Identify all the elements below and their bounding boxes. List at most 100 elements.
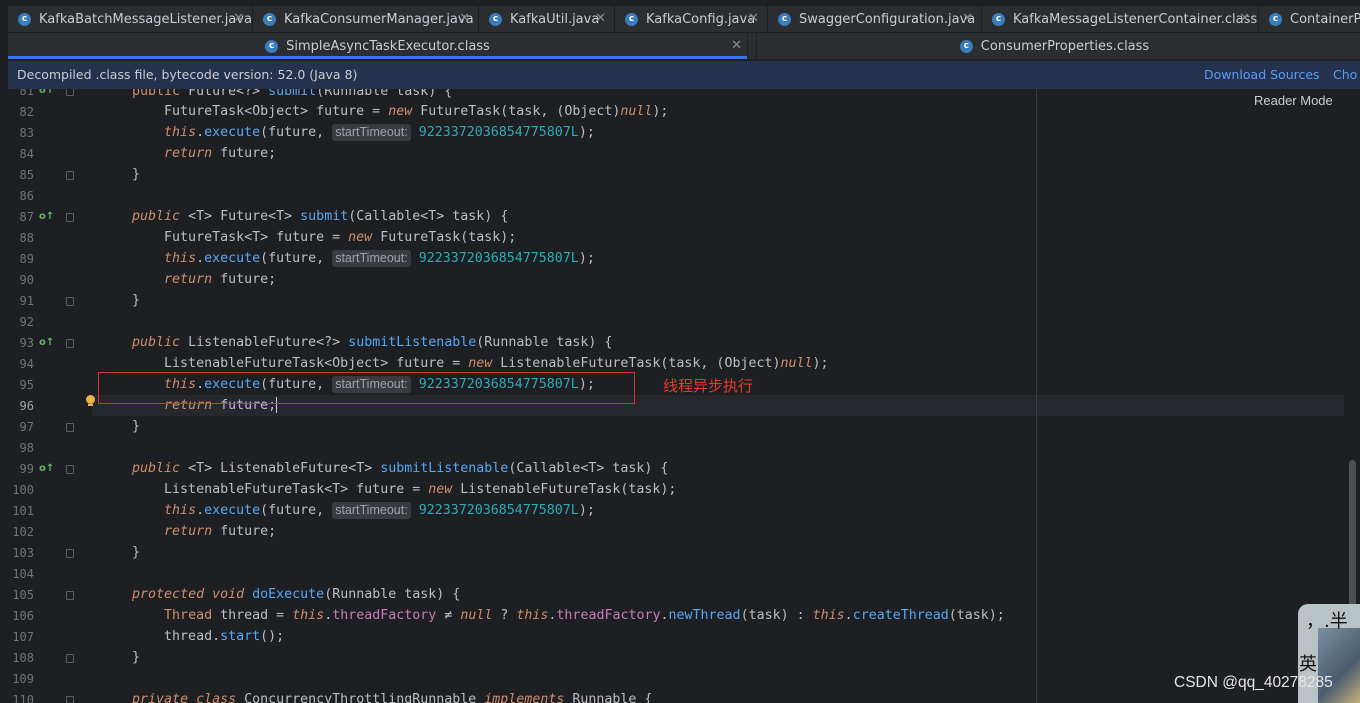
- line-number: 81: [19, 89, 34, 98]
- tab-kafka-consumer-manager[interactable]: c KafkaConsumerManager.java ✕: [253, 6, 479, 32]
- parameter-hint: startTimeout:: [332, 250, 411, 267]
- line-number: 95: [19, 378, 34, 392]
- close-icon[interactable]: ✕: [748, 11, 759, 26]
- line-number: 99: [19, 462, 34, 476]
- editor-tabs-row-2: c SimpleAsyncTaskExecutor.class ✕ c Cons…: [8, 33, 1360, 59]
- ime-lang-mode: 英: [1299, 654, 1317, 675]
- tab-label: KafkaConfig.java: [646, 11, 756, 27]
- tab-container-properties[interactable]: c ContainerPro: [1259, 6, 1360, 32]
- code-line: }: [100, 293, 141, 308]
- tab-label: KafkaMessageListenerContainer.class: [1013, 11, 1258, 27]
- code-line: Thread thread = this.threadFactory ≠ nul…: [164, 608, 1005, 623]
- code-line: }: [100, 545, 141, 560]
- line-number: 94: [19, 357, 34, 371]
- line-number: 90: [19, 273, 34, 287]
- code-line: this.execute(future, startTimeout: 92233…: [164, 502, 595, 519]
- close-icon[interactable]: ✕: [1239, 11, 1250, 26]
- class-file-icon: c: [992, 12, 1005, 26]
- code-line: ListenableFutureTask<T> future = new Lis…: [100, 482, 677, 497]
- line-number: 109: [12, 672, 34, 686]
- code-line: FutureTask<T> future = new FutureTask(ta…: [100, 230, 517, 245]
- code-line: thread.start();: [100, 629, 285, 644]
- tab-label: KafkaUtil.java: [510, 11, 600, 27]
- tab-swagger-configuration[interactable]: c SwaggerConfiguration.java ✕: [768, 6, 982, 32]
- line-number: 85: [19, 168, 34, 182]
- tab-label: ConsumerProperties.class: [980, 38, 1150, 54]
- tab-label: KafkaConsumerManager.java: [284, 11, 474, 27]
- highlight-box: [98, 372, 635, 404]
- tab-kafka-batch-message-listener[interactable]: c KafkaBatchMessageListener.java ✕: [8, 6, 253, 32]
- parameter-hint: startTimeout:: [332, 124, 411, 141]
- editor-tabs-row-1: c KafkaBatchMessageListener.java ✕ c Kaf…: [8, 6, 1360, 32]
- line-number: 110: [12, 693, 34, 703]
- fold-marker-icon[interactable]: [66, 465, 74, 474]
- line-number: 87: [19, 210, 34, 224]
- tab-kafka-config[interactable]: c KafkaConfig.java ✕: [615, 6, 768, 32]
- line-number: 107: [12, 630, 34, 644]
- class-icon: c: [18, 12, 31, 26]
- class-file-icon: c: [1269, 12, 1282, 26]
- code-line: }: [100, 419, 141, 434]
- code-line: return future;: [164, 272, 277, 287]
- line-number: 98: [19, 441, 34, 455]
- tab-label: SwaggerConfiguration.java: [799, 11, 976, 27]
- code-line: this.execute(future, startTimeout: 92233…: [164, 124, 595, 141]
- tab-label: SimpleAsyncTaskExecutor.class: [286, 38, 490, 54]
- close-icon[interactable]: ✕: [595, 11, 606, 26]
- download-sources-link[interactable]: Download Sources: [1204, 67, 1320, 82]
- close-icon[interactable]: ✕: [233, 11, 244, 26]
- tab-kafka-message-listener-container[interactable]: c KafkaMessageListenerContainer.class ✕: [982, 6, 1259, 32]
- class-icon: c: [778, 12, 791, 26]
- fold-marker-icon[interactable]: [66, 423, 74, 432]
- code-editor[interactable]: 81 o↑ 82 83 84 85 86 87 o↑ 88 89 90 91 92 93 o↑ 94 95 96 97…: [8, 89, 1360, 703]
- override-method-icon[interactable]: o↑: [39, 211, 54, 223]
- code-line: ListenableFutureTask<Object> future = ne…: [100, 356, 829, 371]
- tab-simple-async-task-executor[interactable]: c SimpleAsyncTaskExecutor.class ✕: [8, 33, 748, 59]
- override-method-icon[interactable]: o↑: [39, 463, 54, 475]
- fold-marker-icon[interactable]: [66, 654, 74, 663]
- fold-marker-icon[interactable]: [66, 696, 74, 703]
- tab-kafka-util[interactable]: c KafkaUtil.java ✕: [479, 6, 615, 32]
- close-icon[interactable]: ✕: [962, 11, 973, 26]
- close-icon[interactable]: ✕: [459, 11, 470, 26]
- line-number: 103: [12, 546, 34, 560]
- close-icon[interactable]: ✕: [731, 38, 742, 53]
- line-number: 83: [19, 126, 34, 140]
- code-line: public <T> ListenableFuture<T> submitLis…: [132, 461, 669, 476]
- annotation-text: 线程异步执行: [663, 377, 754, 395]
- fold-marker-icon[interactable]: [66, 549, 74, 558]
- csdn-watermark: CSDN @qq_40278285: [1174, 674, 1333, 691]
- override-method-icon[interactable]: o↑: [39, 89, 54, 97]
- fold-marker-icon[interactable]: [66, 213, 74, 222]
- parameter-hint: startTimeout:: [332, 502, 411, 519]
- notification-message: Decompiled .class file, bytecode version…: [17, 67, 358, 82]
- code-line: public <T> Future<T> submit(Callable<T> …: [132, 209, 509, 224]
- fold-marker-icon[interactable]: [66, 171, 74, 180]
- code-line: return future;: [164, 146, 277, 161]
- fold-marker-icon[interactable]: [66, 89, 74, 96]
- code-line: }: [100, 167, 141, 182]
- fold-marker-icon[interactable]: [66, 297, 74, 306]
- code-area[interactable]: public Future<?> submit(Runnable task) {…: [100, 89, 1005, 703]
- choose-sources-link[interactable]: Cho: [1333, 67, 1357, 82]
- code-line: this.execute(future, startTimeout: 92233…: [164, 250, 595, 267]
- code-line: protected void doExecute(Runnable task) …: [132, 587, 461, 602]
- line-number: 97: [19, 420, 34, 434]
- tab-consumer-properties[interactable]: c ConsumerProperties.class: [749, 33, 1360, 59]
- line-number: 88: [19, 231, 34, 245]
- line-number: 86: [19, 189, 34, 203]
- line-number: 89: [19, 252, 34, 266]
- override-method-icon[interactable]: o↑: [39, 337, 54, 349]
- line-number: 108: [12, 651, 34, 665]
- class-icon: c: [489, 12, 502, 26]
- fold-marker-icon[interactable]: [66, 339, 74, 348]
- class-icon: c: [625, 12, 638, 26]
- ime-punct-mode: ，.半: [1306, 611, 1348, 632]
- lightbulb-icon[interactable]: [86, 395, 95, 406]
- class-file-icon: c: [265, 39, 279, 53]
- fold-marker-icon[interactable]: [66, 591, 74, 600]
- line-number: 91: [19, 294, 34, 308]
- code-line: FutureTask<Object> future = new FutureTa…: [100, 104, 669, 119]
- reader-mode-button[interactable]: Reader Mode: [1254, 93, 1333, 108]
- class-file-icon: c: [959, 39, 973, 53]
